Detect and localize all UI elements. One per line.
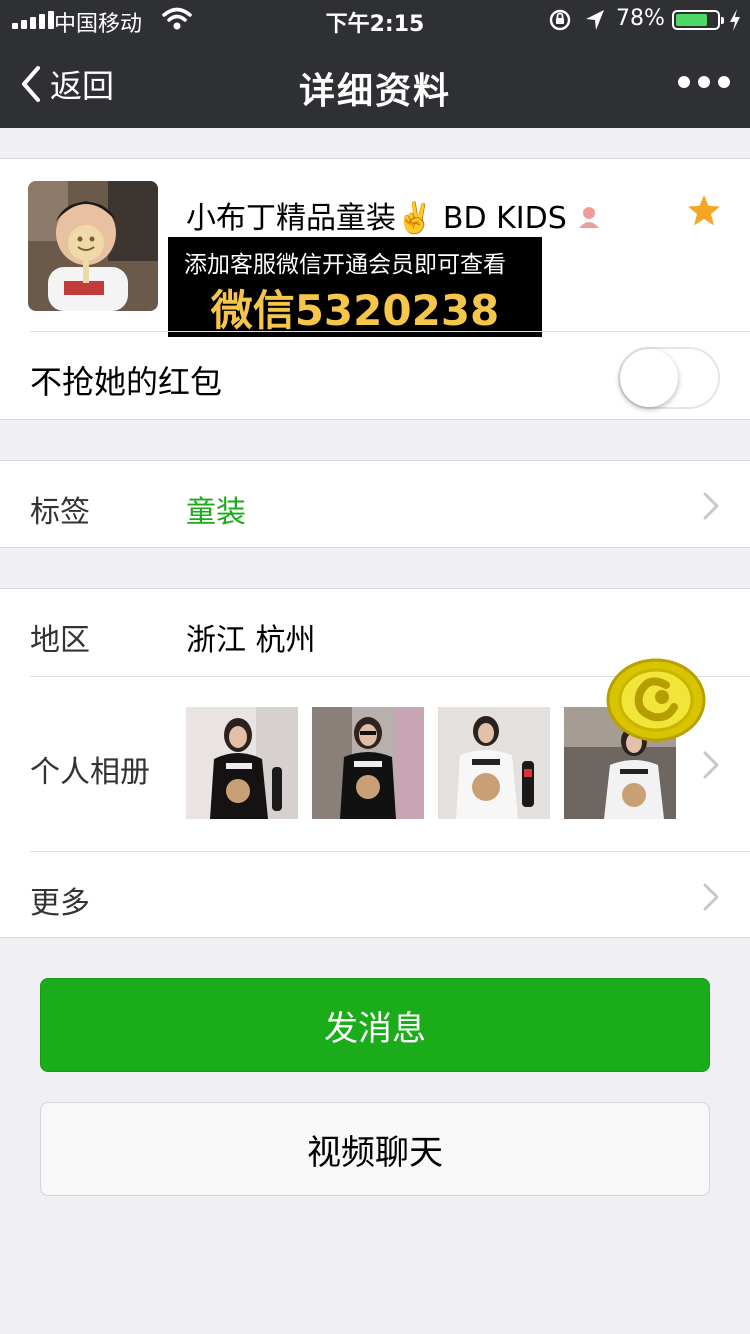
charging-bolt-icon (730, 9, 740, 31)
battery-percent: 78% (616, 6, 665, 31)
video-chat-button[interactable]: 视频聊天 (40, 1102, 710, 1196)
status-bar: 中国移动 下午2:15 78% (0, 0, 750, 40)
nickname-text: 小布丁精品童装✌️ BD KIDS (186, 201, 567, 236)
toggle-knob (620, 349, 678, 407)
dot-icon (698, 76, 710, 88)
dot-icon (718, 76, 730, 88)
more-label: 更多 (30, 886, 90, 921)
avatar-image (28, 181, 158, 311)
battery-icon (672, 10, 724, 30)
page-title: 详细资料 (298, 71, 451, 112)
send-message-button[interactable]: 发消息 (40, 978, 710, 1072)
chevron-right-icon (703, 883, 719, 911)
promo-text: 添加客服微信开通会员即可查看 (184, 252, 506, 278)
region-label: 地区 (30, 623, 90, 658)
album-photo[interactable] (186, 707, 298, 819)
no-red-packet-label: 不抢她的红包 (30, 363, 223, 401)
no-red-packet-toggle[interactable] (618, 347, 720, 409)
more-options-button[interactable] (678, 76, 730, 88)
rotation-lock-icon (549, 9, 571, 31)
tag-row[interactable]: 标签 童装 (0, 460, 750, 548)
album-label: 个人相册 (30, 755, 150, 790)
tag-label: 标签 (30, 495, 90, 530)
nickname: 小布丁精品童装✌️ BD KIDS (186, 193, 602, 237)
avatar[interactable] (28, 181, 158, 311)
tag-value: 童装 (186, 495, 246, 530)
coin-sticker-icon (606, 658, 706, 742)
female-icon (579, 207, 600, 228)
top-bar: 中国移动 下午2:15 78% 返回 详细资料 (0, 0, 750, 128)
region-value: 浙江 杭州 (186, 623, 316, 658)
star-icon[interactable] (686, 193, 722, 229)
location-arrow-icon (586, 10, 604, 30)
more-row[interactable]: 更多 (0, 852, 750, 938)
details-card: 地区 浙江 杭州 个人相册 更多 (0, 588, 750, 938)
chevron-right-icon (703, 492, 719, 520)
chevron-right-icon (703, 751, 719, 779)
profile-card: 小布丁精品童装✌️ BD KIDS 添加客服微信开通会员即可查看 微信53202… (0, 158, 750, 420)
battery-fill (676, 14, 707, 26)
album-photo[interactable] (312, 707, 424, 819)
dot-icon (678, 76, 690, 88)
album-photo[interactable] (438, 707, 550, 819)
promo-wechat-id: 微信5320238 (210, 286, 500, 335)
promo-banner: 添加客服微信开通会员即可查看 微信5320238 (168, 237, 542, 337)
